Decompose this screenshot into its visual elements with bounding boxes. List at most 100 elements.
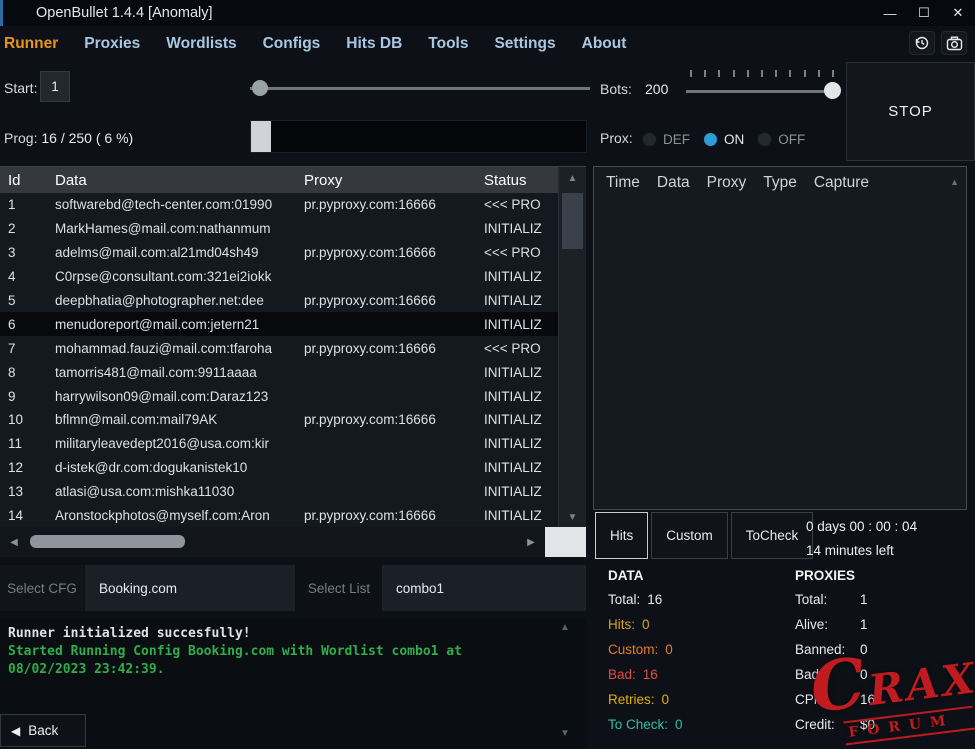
hits-column-time: Time <box>606 174 640 192</box>
start-input[interactable]: 1 <box>40 71 70 102</box>
results-tabs: HitsCustomToCheck <box>595 512 813 559</box>
cell-id: 9 <box>0 389 47 404</box>
scroll-down-icon[interactable]: ▼ <box>559 506 586 528</box>
hits-column-capture: Capture <box>814 174 869 192</box>
bots-slider-thumb[interactable] <box>824 82 841 99</box>
log-line: 08/02/2023 23:42:39. <box>8 661 578 679</box>
tab-tocheck[interactable]: ToCheck <box>731 512 814 559</box>
menu-item-wordlists[interactable]: Wordlists <box>166 35 236 53</box>
history-icon[interactable] <box>909 31 935 55</box>
stat-label: To Check: <box>608 717 668 732</box>
cell-status: INITIALIZ <box>482 317 556 332</box>
cell-id: 6 <box>0 317 47 332</box>
table-row[interactable]: 14Aronstockphotos@myself.com:Aronpr.pypr… <box>0 504 558 528</box>
table-row[interactable]: 5deepbhatia@photographer.net:deepr.pypro… <box>0 289 558 313</box>
start-slider[interactable] <box>250 78 590 98</box>
stat-value: 1 <box>860 617 868 632</box>
close-button[interactable]: ✕ <box>941 0 975 26</box>
table-row[interactable]: 13atlasi@usa.com:mishka11030INITIALIZ <box>0 480 558 504</box>
stat-value: 0 <box>860 667 868 682</box>
grid-vertical-scrollbar[interactable]: ▲ ▼ <box>558 167 586 528</box>
stat-label: Credit: <box>795 717 853 732</box>
radio-label: OFF <box>778 132 805 147</box>
tab-hits[interactable]: Hits <box>595 512 648 559</box>
progress-caption: Prog: <box>4 130 37 146</box>
table-row[interactable]: 8tamorris481@mail.com:9911aaaaINITIALIZ <box>0 360 558 384</box>
column-header-proxy: Proxy <box>300 172 482 189</box>
runner-log: Runner initialized succesfully!Started R… <box>0 618 586 748</box>
data-stats-title: DATA <box>608 568 683 583</box>
menu-item-about[interactable]: About <box>582 35 627 53</box>
grid-hscroll-thumb[interactable] <box>30 535 185 548</box>
scroll-left-icon[interactable]: ◀ <box>0 537 28 548</box>
cell-id: 4 <box>0 269 47 284</box>
data-stats: DATA Total:16Hits:0Custom:0Bad:16Retries… <box>608 568 683 742</box>
tab-custom[interactable]: Custom <box>651 512 728 559</box>
column-header-id: Id <box>0 172 47 189</box>
table-row[interactable]: 9harrywilson09@mail.com:Daraz123INITIALI… <box>0 384 558 408</box>
log-scroll-up-icon[interactable]: ▲ <box>560 622 570 633</box>
minimize-button[interactable]: — <box>873 0 907 26</box>
menu-bar: Runner Proxies Wordlists Configs Hits DB Tool… <box>0 26 975 62</box>
bots-slider[interactable] <box>686 70 838 102</box>
radio-icon <box>703 132 718 147</box>
stop-button[interactable]: STOP <box>846 62 975 161</box>
hits-scroll-up-icon[interactable]: ▲ <box>950 177 959 187</box>
start-slider-thumb[interactable] <box>252 80 268 96</box>
log-scroll-down-icon[interactable]: ▼ <box>560 728 570 739</box>
table-row[interactable]: 11militaryleavedept2016@usa.com:kirINITI… <box>0 432 558 456</box>
progress-bar-fill <box>251 121 271 152</box>
grid-horizontal-scrollbar[interactable]: ◀ ▶ <box>0 527 545 557</box>
back-button-label: Back <box>28 723 58 738</box>
table-row[interactable]: 12d-istek@dr.com:dogukanistek10INITIALIZ <box>0 456 558 480</box>
cell-data: militaryleavedept2016@usa.com:kir <box>47 436 300 451</box>
select-list-label: Select List <box>297 565 381 611</box>
wordlist-select[interactable]: combo1 <box>382 565 586 611</box>
table-row[interactable]: 3adelms@mail.com:al21md04sh49pr.pyproxy.… <box>0 241 558 265</box>
cell-status: INITIALIZ <box>482 365 556 380</box>
menu-item-tools[interactable]: Tools <box>428 35 468 53</box>
radio-label: DEF <box>663 132 690 147</box>
cell-status: INITIALIZ <box>482 412 556 427</box>
hits-panel-header: TimeDataProxyTypeCapture <box>594 167 966 192</box>
menu-item-proxies[interactable]: Proxies <box>84 35 140 53</box>
proxy-radio-def[interactable]: DEF <box>642 132 690 147</box>
table-row[interactable]: 1softwarebd@tech-center.com:01990pr.pypr… <box>0 193 558 217</box>
maximize-button[interactable]: ☐ <box>907 0 941 26</box>
table-row[interactable]: 4C0rpse@consultant.com:321ei2iokkINITIAL… <box>0 265 558 289</box>
menu-item-hits-db[interactable]: Hits DB <box>346 35 402 53</box>
proxy-radio-off[interactable]: OFF <box>757 132 805 147</box>
cell-id: 14 <box>0 508 47 523</box>
grid-hscroll-track[interactable] <box>28 527 517 557</box>
table-row[interactable]: 7mohammad.fauzi@mail.com:tfarohapr.pypro… <box>0 336 558 360</box>
grid-vscroll-thumb[interactable] <box>562 193 583 249</box>
stat-value: 16 <box>643 667 658 682</box>
cell-proxy: pr.pyproxy.com:16666 <box>300 508 482 523</box>
cell-id: 13 <box>0 484 47 499</box>
cell-data: bflmn@mail.com:mail79AK <box>47 412 300 427</box>
table-row[interactable]: 10bflmn@mail.com:mail79AKpr.pyproxy.com:… <box>0 408 558 432</box>
scroll-right-icon[interactable]: ▶ <box>517 537 545 548</box>
back-button[interactable]: ◀ Back <box>0 714 86 747</box>
stat-value: $0 <box>860 717 875 732</box>
stat-label: Custom: <box>608 642 658 657</box>
table-row[interactable]: 2MarkHames@mail.com:nathanmumINITIALIZ <box>0 217 558 241</box>
menu-item-runner[interactable]: Runner <box>4 35 58 53</box>
config-select[interactable]: Booking.com <box>85 565 295 611</box>
cell-id: 10 <box>0 412 47 427</box>
menu-item-settings[interactable]: Settings <box>494 35 555 53</box>
slider-tick <box>761 70 763 77</box>
scroll-up-icon[interactable]: ▲ <box>559 167 586 189</box>
menu-item-configs[interactable]: Configs <box>263 35 321 53</box>
cell-status: INITIALIZ <box>482 293 556 308</box>
proxy-radio-on[interactable]: ON <box>703 132 744 147</box>
cell-status: <<< PRO <box>482 341 556 356</box>
cell-data: deepbhatia@photographer.net:dee <box>47 293 300 308</box>
slider-tick <box>832 70 834 77</box>
log-line: Runner initialized succesfully! <box>8 625 578 643</box>
slider-tick <box>818 70 820 77</box>
table-row[interactable]: 6menudoreport@mail.com:jetern21INITIALIZ <box>0 312 558 336</box>
screenshot-camera-icon[interactable] <box>941 31 967 55</box>
cell-data: harrywilson09@mail.com:Daraz123 <box>47 389 300 404</box>
stat-label: CPM: <box>795 692 853 707</box>
